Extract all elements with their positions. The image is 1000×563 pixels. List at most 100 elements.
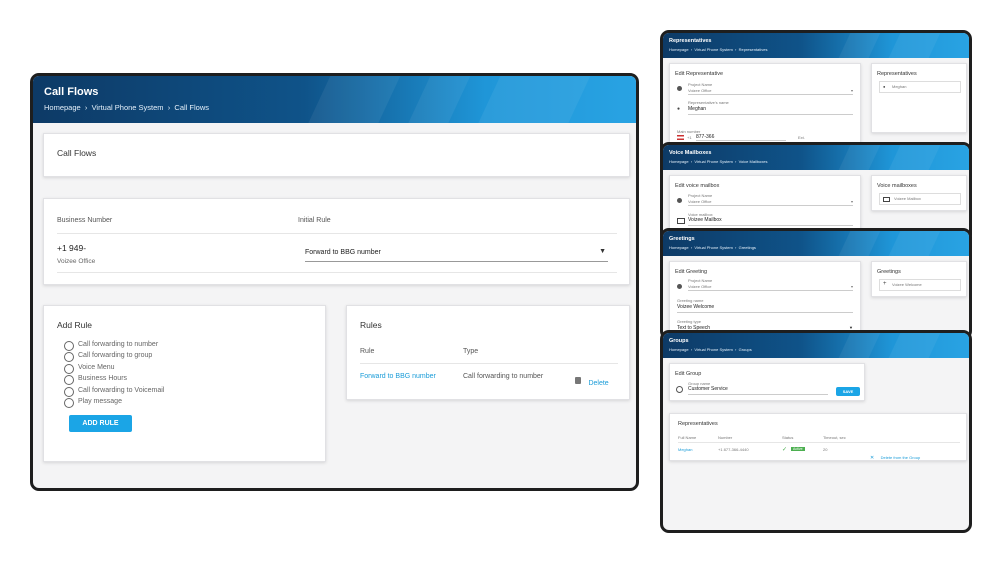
page-title: Representatives: [669, 38, 712, 44]
greeting-name-label: Greeting name: [677, 298, 704, 303]
breadcrumb-separator: ›: [733, 347, 738, 352]
breadcrumb-homepage[interactable]: Homepage: [44, 103, 81, 112]
project-select[interactable]: Voizee Office ▾: [688, 284, 853, 291]
card-title: Call Flows: [57, 148, 97, 158]
check-icon: ✓: [782, 447, 788, 453]
plus-icon: +: [883, 281, 887, 287]
breadcrumb-separator: ›: [165, 103, 173, 112]
delete-from-group-button[interactable]: ✕ Delete from the Group: [870, 446, 920, 464]
divider: [57, 272, 617, 273]
breadcrumb-virtual-phone-system[interactable]: Virtual Phone System: [694, 347, 732, 352]
call-flows-window: Call Flows Homepage › Virtual Phone Syst…: [30, 73, 639, 491]
voice-mailboxes-side-card: Voice mailboxes Voizee Mailbox: [871, 175, 967, 211]
representative-name-link[interactable]: Meghan: [678, 447, 692, 452]
group-name-field[interactable]: Customer Service: [688, 386, 828, 395]
business-office: Voizee Office: [57, 258, 96, 265]
breadcrumb-virtual-phone-system[interactable]: Virtual Phone System: [694, 245, 732, 250]
breadcrumb-virtual-phone-system[interactable]: Virtual Phone System: [92, 103, 164, 112]
initial-rule-select[interactable]: Forward to BBG number ▼: [305, 243, 608, 262]
breadcrumb-separator: ›: [82, 103, 90, 112]
breadcrumb-separator: ›: [733, 47, 738, 52]
rules-card: Rules Rule Type Forward to BBG number Ca…: [346, 305, 630, 400]
name-field[interactable]: Meghan: [688, 106, 853, 115]
page-title: Call Flows: [44, 86, 99, 98]
representative-item[interactable]: ● Meghan: [879, 81, 961, 93]
phone-field[interactable]: 877-366: [696, 134, 786, 141]
page-title: Voice Mailboxes: [669, 150, 712, 156]
caret-down-icon: ▾: [850, 199, 853, 204]
greeting-item[interactable]: + Voizee Welcome: [879, 279, 961, 291]
delete-label: Delete: [588, 380, 609, 387]
column-header-full-name: Full Name: [678, 435, 697, 440]
page-header: Groups Homepage › Virtual Phone System ›…: [663, 333, 969, 358]
edit-group-card: Edit Group Group name Customer Service S…: [669, 363, 865, 401]
divider: [57, 233, 617, 234]
radio-button[interactable]: [64, 387, 74, 397]
side-title: Representatives: [877, 71, 917, 77]
breadcrumb-greetings: Greetings: [738, 245, 756, 250]
ext-label: Ext.: [798, 135, 805, 140]
radio-button[interactable]: [64, 364, 74, 374]
divider: [360, 363, 618, 364]
page-header: Representatives Homepage › Virtual Phone…: [663, 33, 969, 58]
project-select[interactable]: Voizee Office ▾: [688, 88, 853, 95]
save-button[interactable]: SAVE: [836, 387, 860, 396]
phone-prefix: +1: [687, 135, 692, 140]
breadcrumb: Homepage › Virtual Phone System › Greeti…: [669, 245, 756, 250]
business-number: +1 949-: [57, 243, 87, 253]
column-header-type: Type: [463, 348, 479, 355]
breadcrumb: Homepage › Virtual Phone System › Repres…: [669, 47, 768, 52]
project-label: Project Name: [688, 82, 713, 87]
side-title: Greetings: [877, 269, 901, 275]
project-select[interactable]: Voizee Office ▾: [688, 199, 853, 206]
column-header-status: Status: [782, 435, 794, 440]
radio-button[interactable]: [64, 375, 74, 385]
radio-button[interactable]: [64, 352, 74, 362]
rule-link[interactable]: Forward to BBG number: [360, 373, 436, 380]
edit-greeting-card: Edit Greeting Project Name Voizee Office…: [669, 261, 861, 337]
close-icon: ✕: [870, 455, 875, 461]
column-header-business-number: Business Number: [57, 217, 113, 224]
breadcrumb-virtual-phone-system[interactable]: Virtual Phone System: [694, 47, 732, 52]
breadcrumb-separator: ›: [689, 47, 694, 52]
timeout-value: 20: [823, 447, 828, 452]
mailbox-item[interactable]: Voizee Mailbox: [879, 193, 961, 205]
monitor-icon: [883, 197, 890, 202]
add-rule-button[interactable]: ADD RULE: [69, 415, 132, 432]
name-label: Representative's name: [688, 100, 729, 105]
representatives-side-card: Representatives ● Meghan: [871, 63, 967, 133]
edit-title: Edit Representative: [675, 71, 723, 77]
breadcrumb-homepage[interactable]: Homepage: [669, 245, 689, 250]
breadcrumb-homepage[interactable]: Homepage: [669, 159, 689, 164]
caret-down-icon: ▼: [599, 248, 606, 255]
breadcrumb-virtual-phone-system[interactable]: Virtual Phone System: [694, 159, 732, 164]
mailbox-field[interactable]: Voizee Mailbox: [688, 217, 853, 226]
breadcrumb-separator: ›: [733, 245, 738, 250]
breadcrumb-voice-mailboxes: Voice Mailboxes: [738, 159, 768, 164]
greeting-name-field[interactable]: Voizee Welcome: [677, 304, 853, 313]
page-header: Greetings Homepage › Virtual Phone Syste…: [663, 231, 969, 256]
breadcrumb-homepage[interactable]: Homepage: [669, 347, 689, 352]
breadcrumb-separator: ›: [689, 347, 694, 352]
edit-title: Edit Group: [675, 371, 702, 377]
business-number-card: Business Number Initial Rule +1 949- Voi…: [43, 198, 630, 285]
breadcrumb: Homepage › Virtual Phone System › Voice …: [669, 159, 768, 164]
monitor-icon: [677, 218, 685, 224]
column-header-initial-rule: Initial Rule: [298, 217, 331, 224]
breadcrumb-homepage[interactable]: Homepage: [669, 47, 689, 52]
greetings-window: Greetings Homepage › Virtual Phone Syste…: [660, 228, 972, 340]
breadcrumb-call-flows: Call Flows: [174, 103, 209, 112]
delete-rule-button[interactable]: Delete: [575, 372, 609, 390]
caret-down-icon: ▾: [850, 88, 853, 93]
breadcrumb-representatives: Representatives: [738, 47, 768, 52]
representative-number: +1 877-366-4440: [718, 447, 749, 452]
breadcrumb-separator: ›: [689, 159, 694, 164]
page-title: Groups: [669, 338, 689, 344]
trash-icon: [575, 377, 581, 385]
radio-button[interactable]: [64, 341, 74, 351]
radio-button[interactable]: [64, 398, 74, 408]
column-header-number: Number: [718, 435, 733, 440]
breadcrumb-groups: Groups: [738, 347, 752, 352]
info-icon: [677, 198, 682, 203]
caret-down-icon: ▾: [850, 284, 853, 289]
